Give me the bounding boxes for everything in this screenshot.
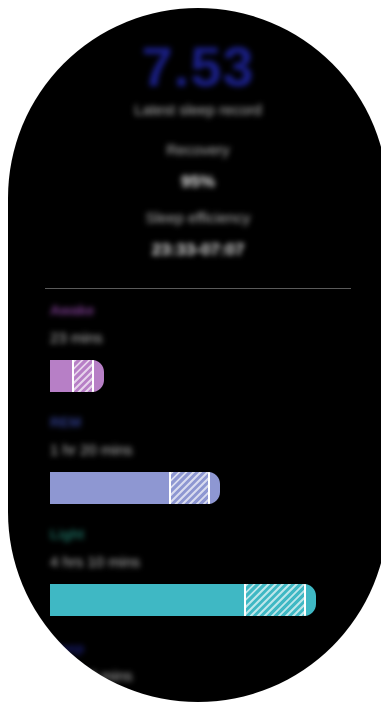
stage-bar-light[interactable]: [50, 584, 316, 616]
stage-bar-light-cap: [304, 584, 316, 616]
stage-time-deep: 1 hr 40 mins: [50, 668, 133, 685]
stage-bar-rem-solid: [50, 472, 169, 504]
stage-time-light: 4 hrs 10 mins: [50, 554, 141, 571]
stage-bar-rem-cap: [208, 472, 220, 504]
section-divider: [45, 288, 351, 289]
stage-time-rem: 1 hr 20 mins: [50, 442, 133, 459]
stage-bar-awake-hatch: [72, 360, 92, 392]
recovery-value: 95%: [180, 172, 216, 191]
stage-bar-awake-solid: [50, 360, 72, 392]
stage-bar-rem[interactable]: [50, 472, 220, 504]
watch-screen: 7.53 Latest sleep record Recovery 95% Sl…: [8, 8, 381, 702]
stage-label-deep: Deep: [50, 640, 85, 656]
stage-label-rem: REM: [50, 414, 82, 430]
recovery-label: Recovery: [166, 142, 230, 159]
sleep-total-value: 7.53: [141, 35, 255, 98]
stage-time-awake: 23 mins: [50, 330, 103, 347]
stage-bar-light-hatch: [244, 584, 304, 616]
stage-label-light: Light: [50, 526, 85, 542]
sleep-range-value: 23:33-07:07: [151, 240, 245, 259]
sleep-caption: Latest sleep record: [134, 102, 262, 119]
stage-bar-rem-hatch: [169, 472, 208, 504]
stage-bar-light-solid: [50, 584, 244, 616]
stage-bar-awake[interactable]: [50, 360, 104, 392]
stage-bar-awake-cap: [92, 360, 104, 392]
stage-label-awake: Awake: [50, 302, 95, 318]
efficiency-label: Sleep efficiency: [145, 210, 251, 227]
